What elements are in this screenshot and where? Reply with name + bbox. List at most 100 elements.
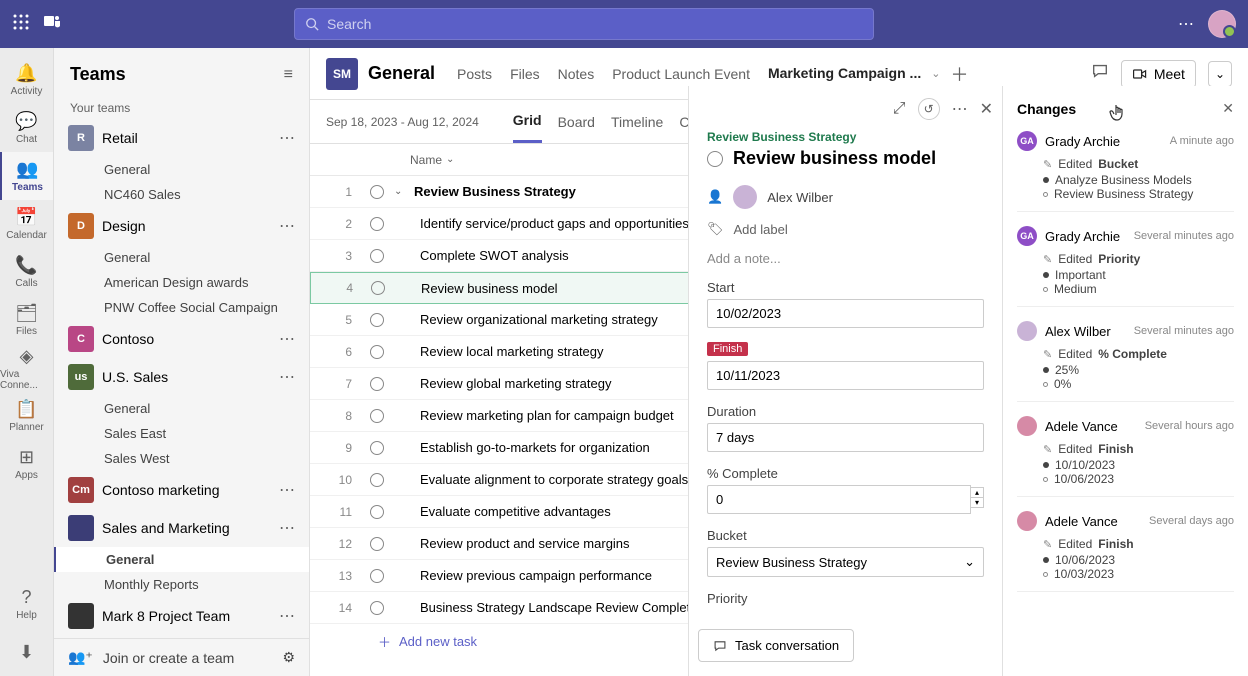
assignee-row[interactable]: 👤 Alex Wilber xyxy=(707,185,984,209)
channel-item[interactable]: General xyxy=(54,547,309,572)
close-changes-icon[interactable]: ✕ xyxy=(1222,100,1234,117)
rail-chat[interactable]: 💬Chat xyxy=(0,104,53,152)
team-item[interactable]: Cm Contoso marketing ⋯ xyxy=(54,471,309,509)
complete-toggle[interactable] xyxy=(370,313,384,327)
search-input[interactable] xyxy=(327,16,863,32)
expand-icon[interactable]: ⌄ xyxy=(394,186,406,197)
note-field[interactable]: Add a note... xyxy=(707,251,984,266)
tab[interactable]: Posts xyxy=(457,48,492,99)
channel-item[interactable]: General xyxy=(54,245,309,270)
user-avatar[interactable] xyxy=(1208,10,1236,38)
close-task-icon[interactable]: ✕ xyxy=(980,99,993,119)
rail-viva[interactable]: ◈Viva Conne... xyxy=(0,344,53,392)
search-box[interactable] xyxy=(294,8,874,40)
channel-item[interactable]: Monthly Reports xyxy=(54,572,309,597)
tab[interactable]: Notes xyxy=(558,48,595,99)
team-item[interactable]: Sales and Marketing⋯ xyxy=(54,509,309,547)
team-more-icon[interactable]: ⋯ xyxy=(279,606,295,626)
rail-planner[interactable]: 📋Planner xyxy=(0,392,53,440)
tab-chevron-icon[interactable]: ⌄ xyxy=(931,67,940,80)
complete-toggle[interactable] xyxy=(370,441,384,455)
complete-toggle[interactable] xyxy=(370,473,384,487)
team-badge: Cm xyxy=(68,477,94,503)
complete-toggle[interactable] xyxy=(370,601,384,615)
team-badge: R xyxy=(68,125,94,151)
complete-toggle[interactable] xyxy=(370,249,384,263)
complete-toggle[interactable] xyxy=(370,569,384,583)
team-more-icon[interactable]: ⋯ xyxy=(279,480,295,500)
rail-calls[interactable]: 📞Calls xyxy=(0,248,53,296)
channel-item[interactable]: NC460 Sales xyxy=(54,182,309,207)
channel-item[interactable]: General xyxy=(54,157,309,182)
task-conversation-button[interactable]: Task conversation xyxy=(698,629,854,662)
team-item[interactable]: Mark 8 Project Team⋯ xyxy=(54,597,309,635)
rail-activity[interactable]: 🔔Activity xyxy=(0,56,53,104)
start-input[interactable] xyxy=(707,299,984,328)
team-more-icon[interactable]: ⋯ xyxy=(279,329,295,349)
team-more-icon[interactable]: ⋯ xyxy=(279,518,295,538)
tab[interactable]: Files xyxy=(510,48,540,99)
channel-item[interactable]: Sales West xyxy=(54,446,309,471)
complete-toggle[interactable] xyxy=(370,505,384,519)
duration-input[interactable] xyxy=(707,423,984,452)
channel-item[interactable]: American Design awards xyxy=(54,270,309,295)
bucket-select[interactable]: Review Business Strategy⌄ xyxy=(707,547,984,577)
more-icon[interactable]: ⋯ xyxy=(952,99,968,119)
expand-icon[interactable]: ⤢ xyxy=(893,100,906,118)
add-tab-button[interactable]: ＋ xyxy=(950,61,968,87)
priority-label: Priority xyxy=(707,591,984,606)
view-tab[interactable]: Grid xyxy=(513,100,542,143)
complete-toggle[interactable] xyxy=(370,345,384,359)
sort-icon[interactable]: ⌄ xyxy=(446,154,454,165)
more-icon[interactable]: ⋯ xyxy=(1178,14,1194,34)
team-item[interactable]: CContoso⋯ xyxy=(54,320,309,358)
complete-toggle[interactable] xyxy=(370,409,384,423)
complete-toggle[interactable] xyxy=(370,217,384,231)
view-tab[interactable]: Board xyxy=(558,100,595,143)
assignee-name: Alex Wilber xyxy=(767,190,833,205)
finish-input[interactable] xyxy=(707,361,984,390)
change-time: Several minutes ago xyxy=(1134,230,1234,242)
complete-toggle[interactable] xyxy=(707,151,723,167)
team-more-icon[interactable]: ⋯ xyxy=(279,367,295,387)
complete-toggle[interactable] xyxy=(370,185,384,199)
channel-item[interactable]: Sales East xyxy=(54,421,309,446)
join-team-button[interactable]: 👥⁺Join or create a team ⚙ xyxy=(54,638,309,676)
change-avatar xyxy=(1017,416,1037,436)
complete-toggle[interactable] xyxy=(371,281,385,295)
change-item: Adele Vance Several days ago ✎ Edited Fi… xyxy=(1017,511,1234,592)
pct-input[interactable] xyxy=(707,485,971,514)
rail-files[interactable]: 🗂Files xyxy=(0,296,53,344)
channel-item[interactable]: PNW Coffee Social Campaign xyxy=(54,295,309,320)
conversation-icon[interactable] xyxy=(1091,62,1109,85)
team-item[interactable]: DDesign⋯ xyxy=(54,207,309,245)
team-more-icon[interactable]: ⋯ xyxy=(279,216,295,236)
task-title[interactable]: Review business model xyxy=(733,148,936,169)
team-item[interactable]: RRetail⋯ xyxy=(54,119,309,157)
rail-teams[interactable]: 👥Teams xyxy=(0,152,53,200)
add-label-row[interactable]: 🏷 Add label xyxy=(707,221,984,237)
rail-apps[interactable]: ⊞Apps xyxy=(0,440,53,488)
team-name: Contoso marketing xyxy=(102,482,271,498)
channel-item[interactable]: General xyxy=(54,396,309,421)
change-item: Adele Vance Several hours ago ✎ Edited F… xyxy=(1017,416,1234,497)
view-tab[interactable]: Timeline xyxy=(611,100,663,143)
finish-label: Finish xyxy=(707,342,748,356)
history-icon[interactable]: ↺ xyxy=(918,98,940,120)
team-item[interactable]: usU.S. Sales⋯ xyxy=(54,358,309,396)
chevron-down-icon: ⌄ xyxy=(964,554,975,570)
settings-icon[interactable]: ⚙ xyxy=(282,649,295,666)
filter-icon[interactable]: ≡ xyxy=(284,66,293,84)
meet-button[interactable]: Meet xyxy=(1121,60,1196,88)
complete-toggle[interactable] xyxy=(370,377,384,391)
team-more-icon[interactable]: ⋯ xyxy=(279,128,295,148)
assignee-avatar xyxy=(733,185,757,209)
rail-download[interactable]: ⬇ xyxy=(0,628,53,676)
bucket-breadcrumb[interactable]: Review Business Strategy xyxy=(707,130,984,144)
rail-help[interactable]: ?Help xyxy=(0,580,53,628)
app-launcher-icon[interactable] xyxy=(12,13,30,36)
complete-toggle[interactable] xyxy=(370,537,384,551)
pct-stepper[interactable]: ▴▾ xyxy=(971,487,984,508)
meet-dropdown[interactable]: ⌄ xyxy=(1208,61,1232,87)
rail-calendar[interactable]: 📅Calendar xyxy=(0,200,53,248)
